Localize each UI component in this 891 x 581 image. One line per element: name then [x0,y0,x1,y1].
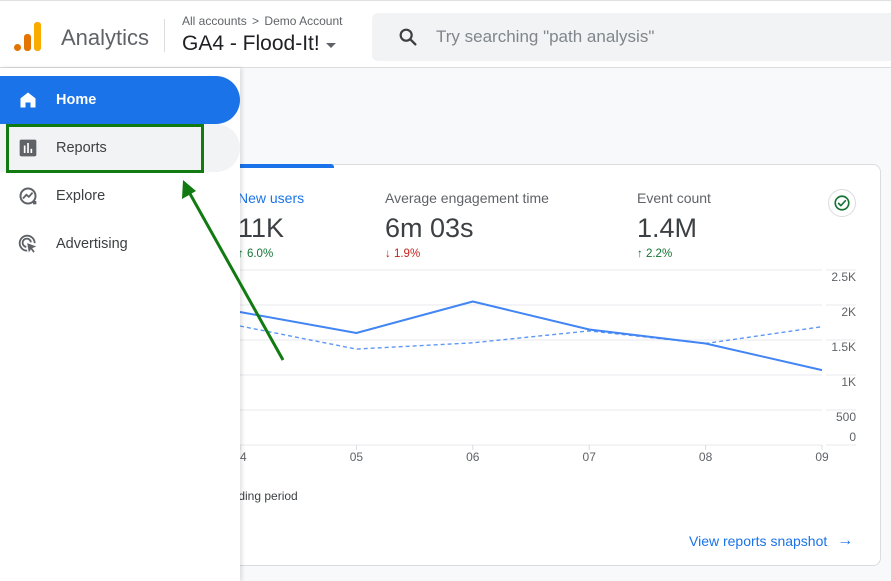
view-reports-snapshot-link[interactable]: View reports snapshot → [689,532,853,550]
home-icon [20,92,36,108]
arrow-down-icon: ↓ [385,248,391,260]
breadcrumb-separator: > [252,14,260,28]
app-name: Analytics [61,25,150,50]
sidebar-item-label: Home [56,92,97,108]
arrow-up-icon: ↑ [637,248,643,260]
metric-avg-engagement-time[interactable]: Average engagement time 6m 03s ↓ 1.9% [385,190,549,260]
explore-icon [19,187,37,205]
metric-change: ↑ 6.0% [238,248,304,260]
metric-value: 11K [238,213,285,243]
metric-change-value: 1.9% [393,248,421,260]
metric-label: Event count [637,190,711,206]
insights-status-button[interactable] [828,189,856,217]
top-bar: Analytics All accounts > Demo Account GA… [0,0,891,68]
breadcrumb-all-accounts[interactable]: All accounts [182,14,247,28]
property-selector[interactable]: GA4 - Flood-It! [182,32,336,56]
logo-bar-tall [34,22,41,51]
sidebar-item-label: Explore [56,188,106,204]
metric-label: Average engagement time [385,190,549,206]
arrow-right-icon: → [837,532,854,549]
reports-highlight-annotation [6,124,204,173]
metric-change: ↓ 1.9% [385,248,549,260]
metric-value: 6m 03s [385,213,474,243]
logo-bar-mid [24,34,31,51]
sidebar-item-label: Advertising [56,236,128,252]
sidebar-item-explore[interactable]: Explore [0,172,240,220]
sidebar-item-advertising[interactable]: Advertising [0,220,240,268]
search-placeholder: Try searching "path analysis" [436,27,655,46]
check-circle-icon [834,195,850,211]
search-icon [399,28,417,46]
breadcrumb[interactable]: All accounts > Demo Account [182,14,342,28]
analytics-logo[interactable] [14,21,42,51]
metric-change-value: 2.2% [645,248,673,260]
view-link-label: View reports snapshot [689,533,828,549]
sidebar-item-home[interactable]: Home [0,76,240,124]
dropdown-caret-icon [325,42,336,48]
property-name: GA4 - Flood-It! [182,32,320,55]
breadcrumb-account[interactable]: Demo Account [264,14,342,28]
metric-new-users[interactable]: New users 11K ↑ 6.0% [238,190,304,260]
metric-change-value: 6.0% [246,248,274,260]
metric-value: 1.4M [637,213,698,243]
advertising-icon [18,234,37,253]
metric-change: ↑ 2.2% [637,248,711,260]
metric-label: New users [238,190,305,206]
metric-event-count[interactable]: Event count 1.4M ↑ 2.2% [637,190,711,260]
logo-dot [14,44,21,51]
search-bar[interactable]: Try searching "path analysis" [372,13,891,61]
header-divider [164,19,165,52]
